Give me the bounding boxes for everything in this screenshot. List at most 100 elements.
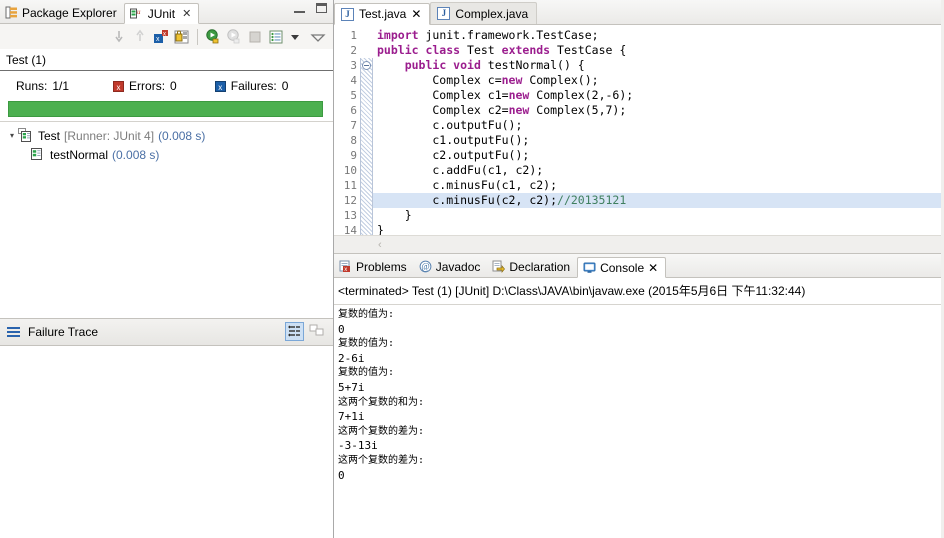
console-line: 2-6i [338, 351, 365, 365]
code-token: c.outputFu(); [377, 118, 523, 132]
code-line[interactable]: c.minusFu(c2, c2);//20135121 [373, 193, 944, 208]
test-results-tree[interactable]: ▾ Test [Runner: JUnit 4] (0.008 s) testN… [0, 122, 333, 318]
console-line: 5+7i [338, 380, 365, 394]
line-number: 3 [350, 59, 357, 72]
declaration-icon [492, 260, 506, 273]
counter-errors: x Errors: 0 [113, 79, 177, 93]
expand-arrow-icon[interactable]: ▾ [6, 131, 18, 140]
console-line: 0 [338, 322, 345, 336]
code-content[interactable]: import junit.framework.TestCase; public c… [373, 25, 944, 253]
tab-complex-java[interactable]: J Complex.java [430, 2, 538, 24]
code-line[interactable]: Complex c2=new Complex(5,7); [373, 103, 944, 118]
editor-horizontal-scrollbar[interactable]: ‹ [334, 235, 944, 253]
tree-item-time: (0.008 s) [158, 128, 206, 143]
view-menu-icon[interactable] [309, 28, 327, 46]
code-token: import [377, 28, 419, 42]
view-menu-dropdown-icon[interactable] [288, 28, 306, 46]
counter-failures: x Failures: 0 [214, 79, 288, 93]
next-failure-icon[interactable] [110, 28, 128, 46]
code-token: } [377, 208, 412, 222]
tab-console[interactable]: Console ✕ [577, 257, 667, 278]
tab-package-explorer-label: Package Explorer [22, 5, 117, 20]
junit-view-panel: Package Explorer u JUnit ✕ x x Test (1) … [0, 0, 334, 538]
show-failures-only-icon[interactable]: x x [152, 28, 170, 46]
tab-declaration[interactable]: Declaration [487, 256, 577, 277]
line-number: 13 [343, 209, 357, 222]
tab-package-explorer[interactable]: Package Explorer [0, 2, 124, 23]
tab-problems-label: Problems [356, 259, 407, 274]
counter-runs-label: Runs: [16, 79, 48, 93]
code-token: public class [377, 43, 461, 57]
code-line[interactable]: c.outputFu(); [373, 118, 944, 133]
junit-icon: u [129, 7, 144, 20]
collapse-method-icon[interactable] [362, 61, 371, 70]
code-folding-gutter[interactable] [360, 25, 373, 253]
problems-icon: x [339, 260, 352, 273]
code-line[interactable]: c.addFu(c1, c2); [373, 163, 944, 178]
close-icon[interactable]: ✕ [182, 7, 191, 20]
tab-problems[interactable]: x Problems [334, 256, 414, 277]
previous-failure-icon[interactable] [131, 28, 149, 46]
code-line[interactable]: } [373, 208, 944, 223]
line-number-gutter: 123456789101112131415 [334, 25, 360, 253]
console-line: 这两个复数的差为: [338, 454, 425, 466]
tree-row[interactable]: ▾ Test [Runner: JUnit 4] (0.008 s) [0, 126, 333, 145]
code-token: c2.outputFu(); [377, 148, 530, 162]
console-line: 复数的值为: [338, 309, 395, 320]
code-line[interactable]: Complex c=new Complex(); [373, 73, 944, 88]
code-line[interactable]: c2.outputFu(); [373, 148, 944, 163]
tree-row[interactable]: testNormal (0.008 s) [0, 145, 333, 164]
code-token: Complex c1= [377, 88, 509, 102]
console-process-header: <terminated> Test (1) [JUnit] D:\Class\J… [334, 278, 944, 305]
tab-declaration-label: Declaration [509, 259, 571, 274]
scroll-left-icon[interactable]: ‹ [378, 239, 382, 251]
rerun-test-icon[interactable] [204, 28, 222, 46]
line-number: 11 [343, 179, 357, 192]
code-token: c.minusFu(c1, c2); [377, 178, 558, 192]
editor-and-console-area: J Test.java ✕ J Complex.java 1 2 3 4 5 6 7 8 9 10… [334, 0, 944, 538]
maximize-icon[interactable] [316, 3, 327, 13]
console-line: 这两个复数的差为: [338, 425, 425, 437]
rerun-failed-icon[interactable] [225, 28, 243, 46]
tab-javadoc-label: Javadoc [435, 259, 481, 274]
counter-failures-label: Failures: [230, 79, 277, 93]
code-line[interactable]: public void testNormal() { [373, 58, 944, 73]
tab-test-java[interactable]: J Test.java ✕ [334, 3, 431, 25]
code-token: TestCase { [550, 43, 627, 57]
console-line: 0 [338, 468, 345, 482]
code-line[interactable]: public class Test extends TestCase { [373, 43, 944, 58]
console-icon [583, 261, 596, 274]
java-file-icon: J [341, 7, 354, 21]
code-token: c.minusFu(c2, c2); [377, 193, 558, 207]
tab-complex-java-label: Complex.java [455, 6, 529, 21]
lock-scroll-icon[interactable] [173, 28, 191, 46]
code-line[interactable]: import junit.framework.TestCase; [373, 28, 944, 43]
code-line[interactable]: c.minusFu(c1, c2); [373, 178, 944, 193]
stop-icon[interactable] [246, 28, 264, 46]
close-icon[interactable]: ✕ [411, 7, 421, 21]
folding-range-stripe [360, 58, 373, 238]
code-token: Complex(5,7); [529, 103, 627, 117]
console-line: 7+1i [338, 410, 365, 424]
tab-javadoc[interactable]: @ Javadoc [414, 256, 488, 277]
code-editor[interactable]: 123456789101112131415 import junit.frame… [334, 25, 944, 254]
test-run-history-icon[interactable] [267, 28, 285, 46]
tab-junit[interactable]: u JUnit ✕ [123, 3, 200, 24]
bottom-view-tabbar: x Problems @ Javadoc Declaration Console… [334, 254, 944, 278]
filter-stack-trace-button[interactable] [285, 322, 304, 341]
compare-result-button[interactable] [308, 322, 327, 341]
code-token: new [508, 88, 530, 102]
progress-bar-wrap [0, 99, 333, 121]
code-token: testNormal() { [480, 58, 585, 72]
minimize-icon[interactable] [294, 3, 305, 13]
console-output[interactable]: 复数的值为: 0 复数的值为: 2-6i 复数的值为: 5+7i 这两个复数的和为: 7+1i… [334, 305, 944, 538]
toolbar-separator [197, 28, 198, 45]
line-number: 1 [350, 29, 357, 42]
test-case-pass-icon [30, 147, 46, 162]
close-icon[interactable]: ✕ [648, 261, 658, 275]
test-progress-bar [8, 101, 323, 117]
line-number: 2 [350, 44, 357, 57]
code-line[interactable]: Complex c1=new Complex(2,-6); [373, 88, 944, 103]
left-view-tabbar: Package Explorer u JUnit ✕ [0, 0, 333, 24]
code-line[interactable]: c1.outputFu(); [373, 133, 944, 148]
